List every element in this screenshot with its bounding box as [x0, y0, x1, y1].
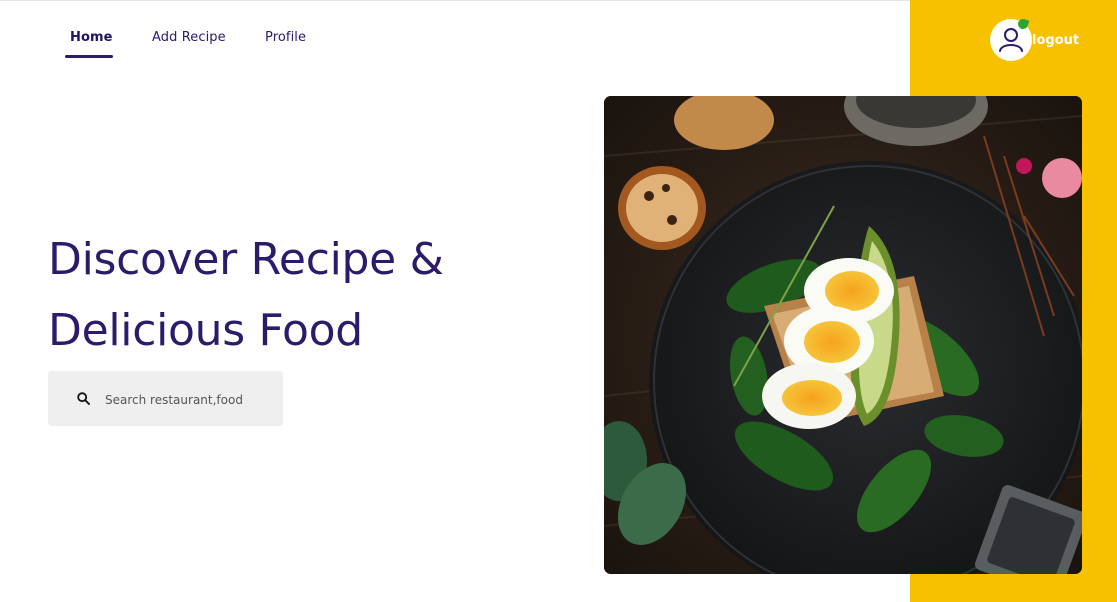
food-illustration — [604, 96, 1082, 574]
nav-item-add-recipe[interactable]: Add Recipe — [152, 30, 226, 45]
logout-link[interactable]: logout — [1032, 33, 1079, 48]
user-icon — [999, 28, 1023, 52]
search-box[interactable] — [48, 371, 283, 426]
search-icon — [77, 392, 90, 405]
hero-title-line-1: Discover Recipe & — [48, 234, 444, 285]
search-input[interactable] — [103, 388, 277, 412]
avatar[interactable] — [990, 17, 1032, 61]
hero-food-image — [604, 96, 1082, 574]
nav-item-home[interactable]: Home — [70, 30, 113, 45]
hero-title-line-2: Delicious Food — [48, 305, 363, 356]
hero-title: Discover Recipe & Delicious Food — [48, 224, 568, 366]
active-tab-indicator — [65, 55, 113, 58]
nav-item-profile[interactable]: Profile — [265, 30, 306, 45]
